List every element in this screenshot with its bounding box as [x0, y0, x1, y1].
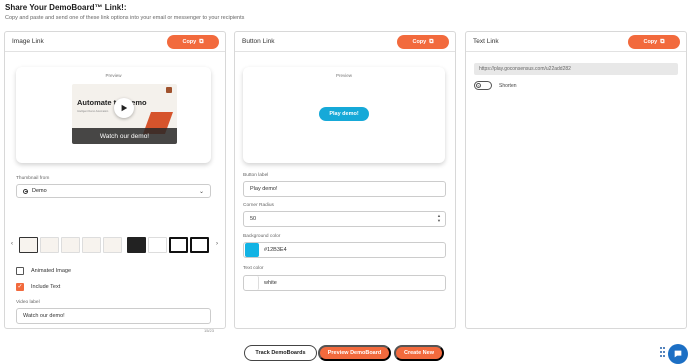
button-label-input[interactable]: Play demo! — [243, 181, 446, 197]
thumbnail-option[interactable] — [19, 237, 38, 253]
text-link-panel: Text Link Copy ⧉ https://play.goconsensu… — [465, 31, 687, 329]
corner-radius-label: Corner Radius — [243, 203, 274, 208]
text-link-copy-button[interactable]: Copy ⧉ — [628, 35, 680, 49]
char-counter: 15/23 — [203, 328, 214, 333]
animated-image-label: Animated Image — [31, 268, 72, 274]
chevron-right-icon[interactable]: › — [216, 241, 218, 247]
chat-icon[interactable] — [668, 344, 688, 364]
button-preview-box: Preview Play demo! — [243, 67, 445, 163]
thumbnail-from-value: Demo — [32, 188, 47, 194]
text-link-title: Text Link — [473, 38, 499, 45]
play-icon[interactable] — [114, 98, 134, 118]
image-link-title: Image Link — [12, 38, 44, 45]
include-text-option[interactable]: ✓ Include Text — [16, 283, 60, 291]
image-preview-label: Preview — [105, 73, 122, 78]
background-color-label: Background color — [243, 234, 281, 239]
track-demoboards-button[interactable]: Track DemoBoards — [244, 345, 317, 361]
copy-icon: ⧉ — [199, 38, 204, 45]
corner-radius-value: 50 — [250, 216, 257, 222]
shorten-toggle[interactable]: × — [474, 81, 492, 90]
text-link-header: Text Link Copy ⧉ — [466, 32, 686, 52]
background-color-swatch[interactable] — [245, 243, 259, 257]
button-link-copy-button[interactable]: Copy ⧉ — [397, 35, 449, 49]
background-color-input[interactable]: #12B3E4 — [243, 242, 446, 258]
button-link-header: Button Link Copy ⧉ — [235, 32, 455, 52]
thumbnail-avatar — [166, 87, 172, 93]
image-link-copy-button[interactable]: Copy ⧉ — [167, 35, 219, 49]
text-color-label: Text color — [243, 266, 264, 271]
video-thumbnail[interactable]: Automate tro Demo Intelligent Demo Autom… — [72, 84, 177, 144]
thumbnail-caption: Watch our demo! — [72, 128, 177, 144]
page-subtitle: Copy and paste and send one of these lin… — [5, 15, 245, 21]
chevron-down-icon: ⌄ — [198, 188, 204, 195]
page-header: Share Your DemoBoard™ Link!: Copy and pa… — [5, 3, 244, 21]
button-label-value: Play demo! — [250, 186, 278, 192]
thumbnail-option[interactable] — [190, 237, 209, 253]
background-color-value: #12B3E4 — [264, 247, 287, 253]
page-title: Share Your DemoBoard™ Link!: — [5, 3, 127, 12]
button-link-panel: Button Link Copy ⧉ Preview Play demo! Bu… — [234, 31, 456, 329]
thumbnail-carousel: ‹ › — [10, 235, 222, 255]
video-label-label: Video label — [16, 300, 40, 305]
thumbnail-option[interactable] — [103, 237, 122, 253]
toggle-icon: × — [476, 83, 481, 88]
text-link-url[interactable]: https://play.goconsensus.com/u22add282 — [474, 63, 678, 75]
animated-image-checkbox[interactable] — [16, 267, 24, 275]
shorten-label: Shorten — [499, 82, 517, 89]
thumbnail-option[interactable] — [127, 237, 146, 253]
thumbnail-option[interactable] — [61, 237, 80, 253]
animated-image-option[interactable]: Animated Image — [16, 267, 71, 275]
thumbnail-option[interactable] — [148, 237, 167, 253]
copy-button-label: Copy — [182, 39, 197, 45]
thumbnail-option[interactable] — [40, 237, 59, 253]
button-preview-label: Preview — [335, 73, 352, 78]
thumbnail-from-label: Thumbnail from — [16, 176, 50, 181]
button-label-label: Button label — [243, 173, 269, 178]
video-label-input[interactable]: Watch our demo! — [16, 308, 211, 324]
preview-demoboard-button[interactable]: Preview DemoBoard — [318, 345, 391, 361]
button-link-title: Button Link — [242, 38, 275, 45]
text-color-swatch[interactable] — [245, 276, 259, 290]
copy-icon: ⧉ — [660, 38, 665, 45]
include-text-checkbox[interactable]: ✓ — [16, 283, 24, 291]
copy-icon: ⧉ — [429, 38, 434, 45]
check-icon: ✓ — [17, 284, 23, 290]
spinner-icon[interactable]: ▲ ▼ — [437, 213, 441, 223]
thumbnail-subtitle: Intelligent Demo Automation — [77, 110, 109, 113]
radio-icon — [23, 188, 28, 194]
play-demo-button[interactable]: Play demo! — [319, 107, 369, 121]
create-new-button[interactable]: Create New — [394, 345, 444, 361]
video-label-value: Watch our demo! — [23, 313, 65, 319]
chevron-left-icon[interactable]: ‹ — [11, 241, 13, 247]
text-color-value: white — [264, 280, 277, 286]
copy-button-label: Copy — [643, 39, 658, 45]
thumbnail-option[interactable] — [169, 237, 188, 253]
image-preview-box: Preview Automate tro Demo Intelligent De… — [16, 67, 211, 163]
corner-radius-input[interactable]: 50 ▲ ▼ — [243, 211, 446, 227]
thumbnail-option[interactable] — [82, 237, 101, 253]
include-text-label: Include Text — [31, 284, 61, 290]
image-link-panel: Image Link Copy ⧉ Preview Automate tro D… — [4, 31, 226, 333]
shorten-option[interactable]: × Shorten — [474, 81, 517, 90]
thumbnail-from-select[interactable]: Demo ⌄ — [16, 184, 211, 198]
thumbnail-title: Automate tro Demo — [77, 98, 147, 107]
text-color-input[interactable]: white — [243, 275, 446, 291]
copy-button-label: Copy — [412, 39, 427, 45]
grip-icon[interactable] — [660, 347, 666, 361]
image-link-header: Image Link Copy ⧉ — [5, 32, 225, 52]
